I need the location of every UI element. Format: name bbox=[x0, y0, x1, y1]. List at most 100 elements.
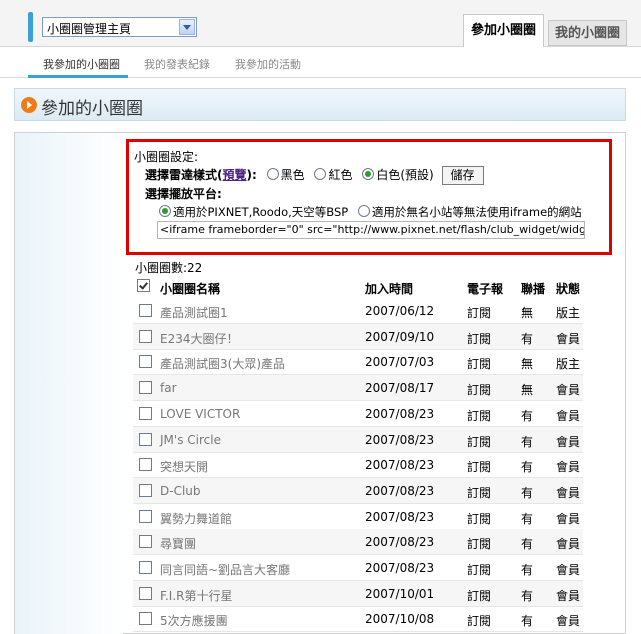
row-checkbox[interactable] bbox=[139, 432, 152, 446]
table-row: 尋寶團 2007/08/23 訂閱 有 會員 bbox=[133, 529, 583, 556]
newsletter-subscribe-link[interactable]: 訂閱 bbox=[467, 587, 491, 604]
newsletter-subscribe-link[interactable]: 訂閱 bbox=[467, 561, 491, 578]
radio-platform-noiframe[interactable] bbox=[357, 205, 370, 217]
syndication-value: 有 bbox=[521, 408, 534, 423]
header-syndication: 聯播 bbox=[521, 282, 546, 296]
member-status: 會員 bbox=[556, 408, 581, 423]
subnav-my-posts[interactable]: 我的發表紀錄 bbox=[144, 56, 210, 72]
subnav-joined-circles[interactable]: 我參加的小圈圈 bbox=[43, 56, 120, 72]
manage-select-value: 小圈圈管理主頁 bbox=[47, 22, 132, 36]
row-checkbox[interactable] bbox=[139, 406, 152, 420]
syndication-value: 有 bbox=[521, 614, 534, 629]
circle-name-link[interactable]: 產品測試圈3(大眾)產品 bbox=[160, 355, 285, 372]
radio-black[interactable] bbox=[266, 168, 279, 180]
join-date: 2007/08/23 bbox=[365, 458, 435, 473]
member-status: 會員 bbox=[556, 331, 581, 346]
radio-platform-bsp-label: 適用於PIXNET,Roodo,天空等BSP bbox=[173, 205, 349, 219]
circle-name-link[interactable]: JM's Circle bbox=[160, 433, 221, 447]
member-status: 會員 bbox=[556, 511, 581, 526]
table-row: D-Club 2007/08/23 訂閱 有 會員 bbox=[133, 477, 583, 504]
newsletter-subscribe-link[interactable]: 訂閱 bbox=[467, 355, 491, 372]
join-date: 2007/09/10 bbox=[365, 329, 435, 344]
newsletter-subscribe-link[interactable]: 訂閱 bbox=[467, 484, 491, 501]
header-name: 小圈圈名稱 bbox=[160, 282, 221, 296]
radio-red[interactable] bbox=[314, 168, 327, 180]
style-label-pre: 選擇雷達樣式( bbox=[145, 168, 223, 182]
newsletter-subscribe-link[interactable]: 訂閱 bbox=[467, 304, 491, 321]
row-checkbox[interactable] bbox=[139, 535, 152, 549]
tab-joined-circles[interactable]: 參加小圈圈 bbox=[463, 14, 544, 47]
table-row: 同言同語~劉品言大客廳 2007/08/23 訂閱 有 會員 bbox=[133, 555, 583, 581]
platform-selector-row: 適用於PIXNET,Roodo,天空等BSP 適用於無名小站等無法使用ifram… bbox=[153, 204, 582, 220]
row-checkbox[interactable] bbox=[139, 381, 152, 395]
chevron-down-icon[interactable] bbox=[179, 19, 195, 35]
radio-red-label: 紅色 bbox=[328, 168, 353, 182]
table-row: 翼勢力舞道館 2007/08/23 訂閱 有 會員 bbox=[133, 504, 583, 530]
row-checkbox[interactable] bbox=[139, 329, 152, 343]
select-all-icon[interactable] bbox=[137, 279, 150, 292]
circle-name-link[interactable]: far bbox=[160, 381, 177, 395]
row-checkbox[interactable] bbox=[139, 561, 152, 574]
circle-name-link[interactable]: E234大圈仔！ bbox=[160, 330, 239, 347]
circle-settings-box: 小圈圈設定: 選擇雷達樣式(預覽): 黑色 紅色 白色(預設) 儲存 選擇擺放平… bbox=[126, 139, 612, 255]
row-checkbox[interactable] bbox=[139, 355, 152, 369]
newsletter-subscribe-link[interactable]: 訂閱 bbox=[467, 381, 491, 398]
row-checkbox[interactable] bbox=[139, 612, 152, 626]
row-checkbox[interactable] bbox=[139, 509, 152, 523]
join-date: 2007/06/12 bbox=[365, 304, 435, 318]
join-date: 2007/08/23 bbox=[365, 561, 435, 575]
circle-name-link[interactable]: 同言同語~劉品言大客廳 bbox=[160, 561, 290, 578]
join-date: 2007/08/23 bbox=[365, 535, 435, 550]
member-status: 版主 bbox=[556, 357, 581, 372]
circle-name-link[interactable]: 尋寶團 bbox=[160, 535, 196, 552]
newsletter-subscribe-link[interactable]: 訂閱 bbox=[467, 433, 491, 450]
save-button[interactable]: 儲存 bbox=[441, 166, 484, 185]
member-status: 會員 bbox=[556, 537, 581, 552]
newsletter-subscribe-link[interactable]: 訂閱 bbox=[467, 612, 491, 629]
join-date: 2007/07/03 bbox=[365, 355, 435, 370]
circle-name-link[interactable]: LOVE VICTOR bbox=[160, 407, 240, 421]
table-header: 小圈圈名稱 加入時間 電子報 聯播 狀態 bbox=[133, 277, 583, 297]
radio-platform-bsp[interactable] bbox=[159, 205, 171, 217]
preview-link[interactable]: 預覽 bbox=[223, 168, 247, 182]
row-checkbox[interactable] bbox=[139, 483, 152, 497]
join-date: 2007/10/08 bbox=[365, 612, 435, 627]
table-row: LOVE VICTOR 2007/08/23 訂閱 有 會員 bbox=[133, 401, 583, 427]
circle-name-link[interactable]: 5次方應援團 bbox=[160, 612, 228, 629]
arrow-circle-icon bbox=[21, 97, 37, 113]
syndication-value: 有 bbox=[521, 563, 534, 577]
row-checkbox[interactable] bbox=[139, 304, 152, 317]
row-checkbox[interactable] bbox=[139, 458, 152, 472]
newsletter-subscribe-link[interactable]: 訂閱 bbox=[467, 458, 491, 475]
embed-code-field[interactable]: <iframe frameborder="0" src="http://www.… bbox=[157, 221, 585, 239]
tab-my-circles[interactable]: 我的小圈圈 bbox=[548, 20, 627, 46]
circle-name-link[interactable]: F.I.R第十行星 bbox=[160, 587, 232, 604]
circle-name-link[interactable]: 突想天開 bbox=[160, 458, 208, 475]
syndication-value: 有 bbox=[521, 485, 534, 500]
accent-bar bbox=[28, 12, 33, 42]
newsletter-subscribe-link[interactable]: 訂閱 bbox=[467, 535, 491, 552]
newsletter-subscribe-link[interactable]: 訂閱 bbox=[467, 330, 491, 347]
manage-select[interactable]: 小圈圈管理主頁 bbox=[42, 17, 197, 37]
style-label-post: ): bbox=[246, 168, 257, 182]
circle-name-link[interactable]: 產品測試圈1 bbox=[160, 304, 228, 321]
table-row: 5次方應援團 2007/10/08 訂閱 有 會員 bbox=[133, 606, 583, 633]
section-header: 參加的小圈圈 bbox=[14, 88, 626, 121]
row-checkbox[interactable] bbox=[139, 586, 152, 600]
radio-black-label: 黑色 bbox=[280, 168, 305, 182]
syndication-value: 有 bbox=[521, 588, 534, 603]
table-row: far 2007/08/17 訂閱 無 會員 bbox=[133, 375, 583, 402]
subnav-my-events[interactable]: 我參加的活動 bbox=[235, 56, 301, 72]
circle-name-link[interactable]: 翼勢力舞道館 bbox=[160, 510, 232, 527]
newsletter-subscribe-link[interactable]: 訂閱 bbox=[467, 510, 491, 527]
newsletter-subscribe-link[interactable]: 訂閱 bbox=[467, 407, 491, 424]
join-date: 2007/08/23 bbox=[365, 406, 435, 421]
syndication-value: 有 bbox=[521, 511, 534, 526]
member-status: 版主 bbox=[556, 306, 581, 320]
radio-white[interactable] bbox=[362, 168, 375, 180]
table-row: E234大圈仔！ 2007/09/10 訂閱 有 會員 bbox=[133, 323, 583, 350]
member-status: 會員 bbox=[556, 434, 581, 449]
circle-name-link[interactable]: D-Club bbox=[160, 484, 201, 498]
syndication-value: 無 bbox=[521, 383, 534, 398]
settings-title: 小圈圈設定: bbox=[134, 150, 199, 164]
